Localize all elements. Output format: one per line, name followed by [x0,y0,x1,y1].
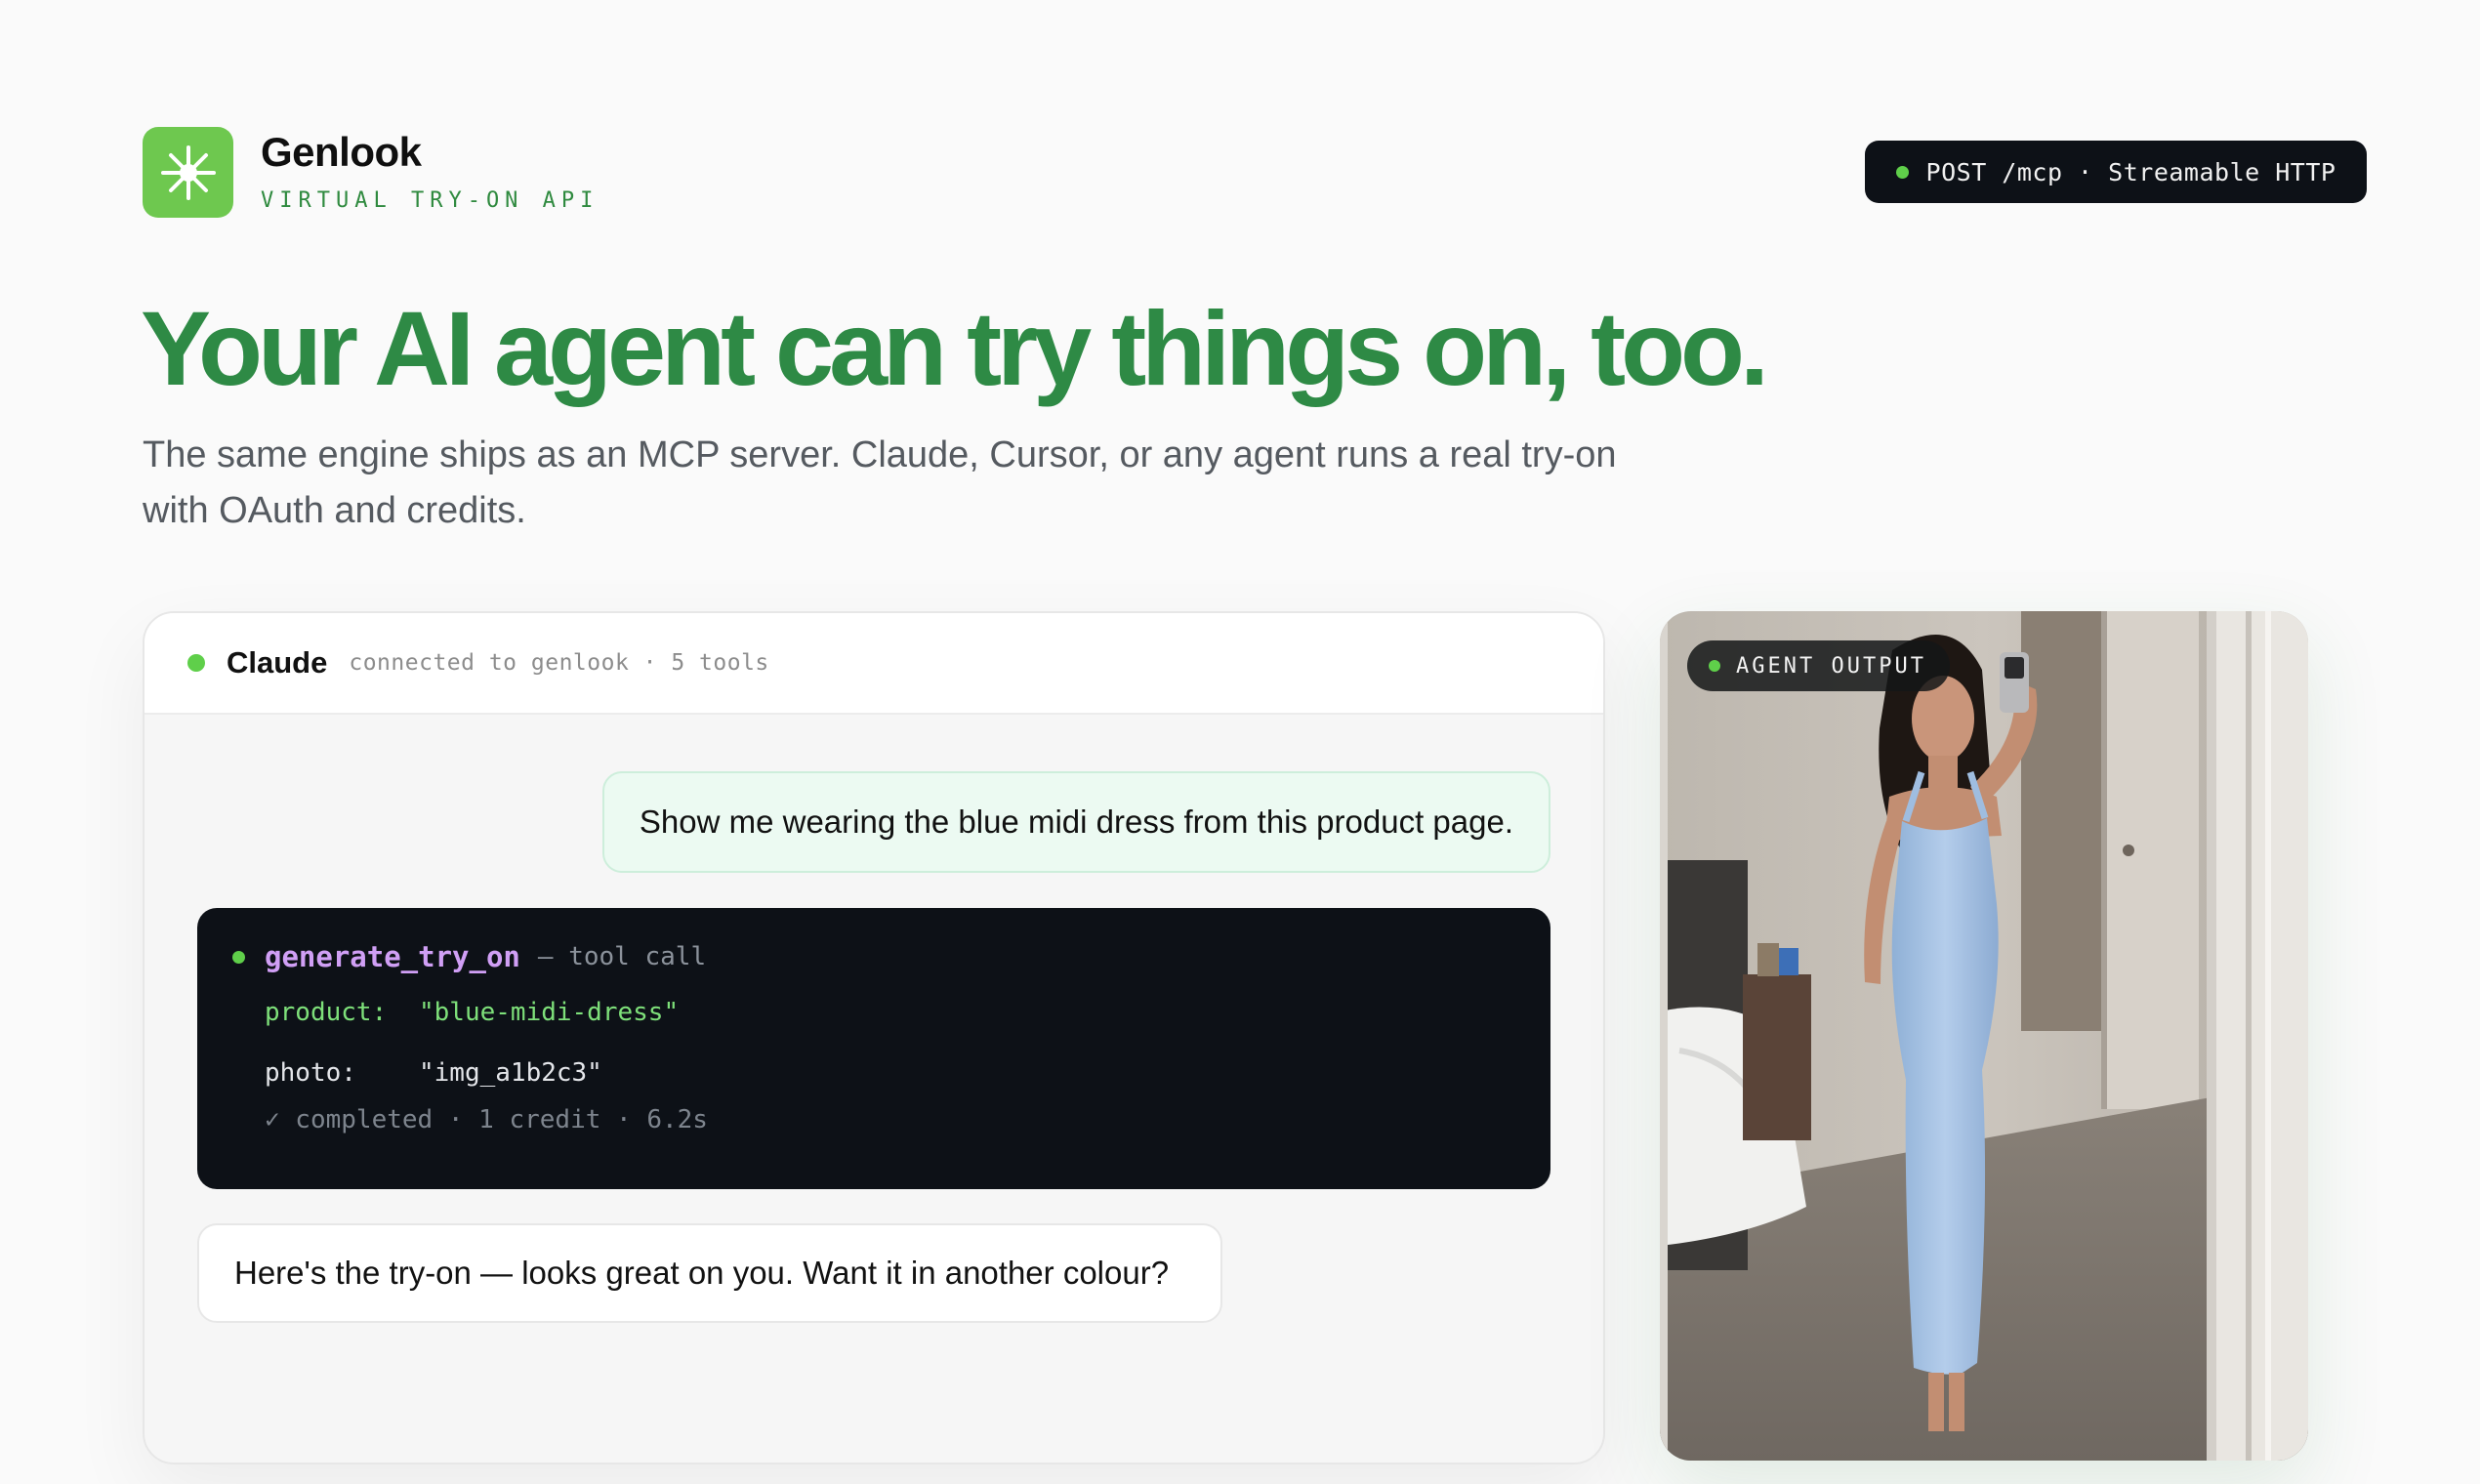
agent-name: Claude [227,645,328,680]
assistant-message: Here's the try-on — looks great on you. … [197,1223,1222,1323]
tool-kind: — tool call [537,942,707,971]
status-dot-icon [1895,165,1909,179]
endpoint-label: POST /mcp · Streamable HTTP [1925,157,2336,186]
tool-arg-row: product: "blue-midi-dress" [265,982,1550,1043]
chat-header: Claude connected to genlook · 5 tools [145,613,1603,715]
tool-arg-key: photo: [265,1058,356,1088]
tool-call-block: generate_try_on — tool call product: "bl… [197,908,1550,1189]
tool-arg-row: photo: "img_a1b2c3" [265,1043,1550,1103]
agent-output-badge: AGENT OUTPUT [1687,640,1950,691]
starburst-icon [143,127,233,218]
tool-arg-value: "img_a1b2c3" [419,1058,602,1088]
try-on-image [1660,611,2308,1461]
connection-status: connected to genlook · 5 tools [349,650,769,676]
hero-subhead: The same engine ships as an MCP server. … [143,434,1617,531]
hero-headline: Your AI agent can try things on, too. [141,289,1769,407]
output-status-icon [1709,660,1720,672]
agent-output-card: AGENT OUTPUT [1660,611,2308,1461]
endpoint-badge: POST /mcp · Streamable HTTP [1865,141,2367,203]
tool-status-icon [232,950,245,964]
brand-tagline: VIRTUAL TRY-ON API [261,188,599,213]
chat-panel: Claude connected to genlook · 5 tools Sh… [143,611,1605,1464]
brand-name: Genlook [261,129,422,175]
connection-status-icon [187,654,205,672]
brand: Genlook VIRTUAL TRY-ON API [143,127,599,218]
tool-arg-key: product: [265,998,388,1027]
agent-output-label: AGENT OUTPUT [1736,653,1926,679]
tool-arg-value: "blue-midi-dress" [419,998,680,1027]
user-message: Show me wearing the blue midi dress from… [601,771,1550,873]
tool-result: ✓ completed · 1 credit · 6.2s [265,1105,708,1134]
tool-name: generate_try_on [265,940,520,973]
